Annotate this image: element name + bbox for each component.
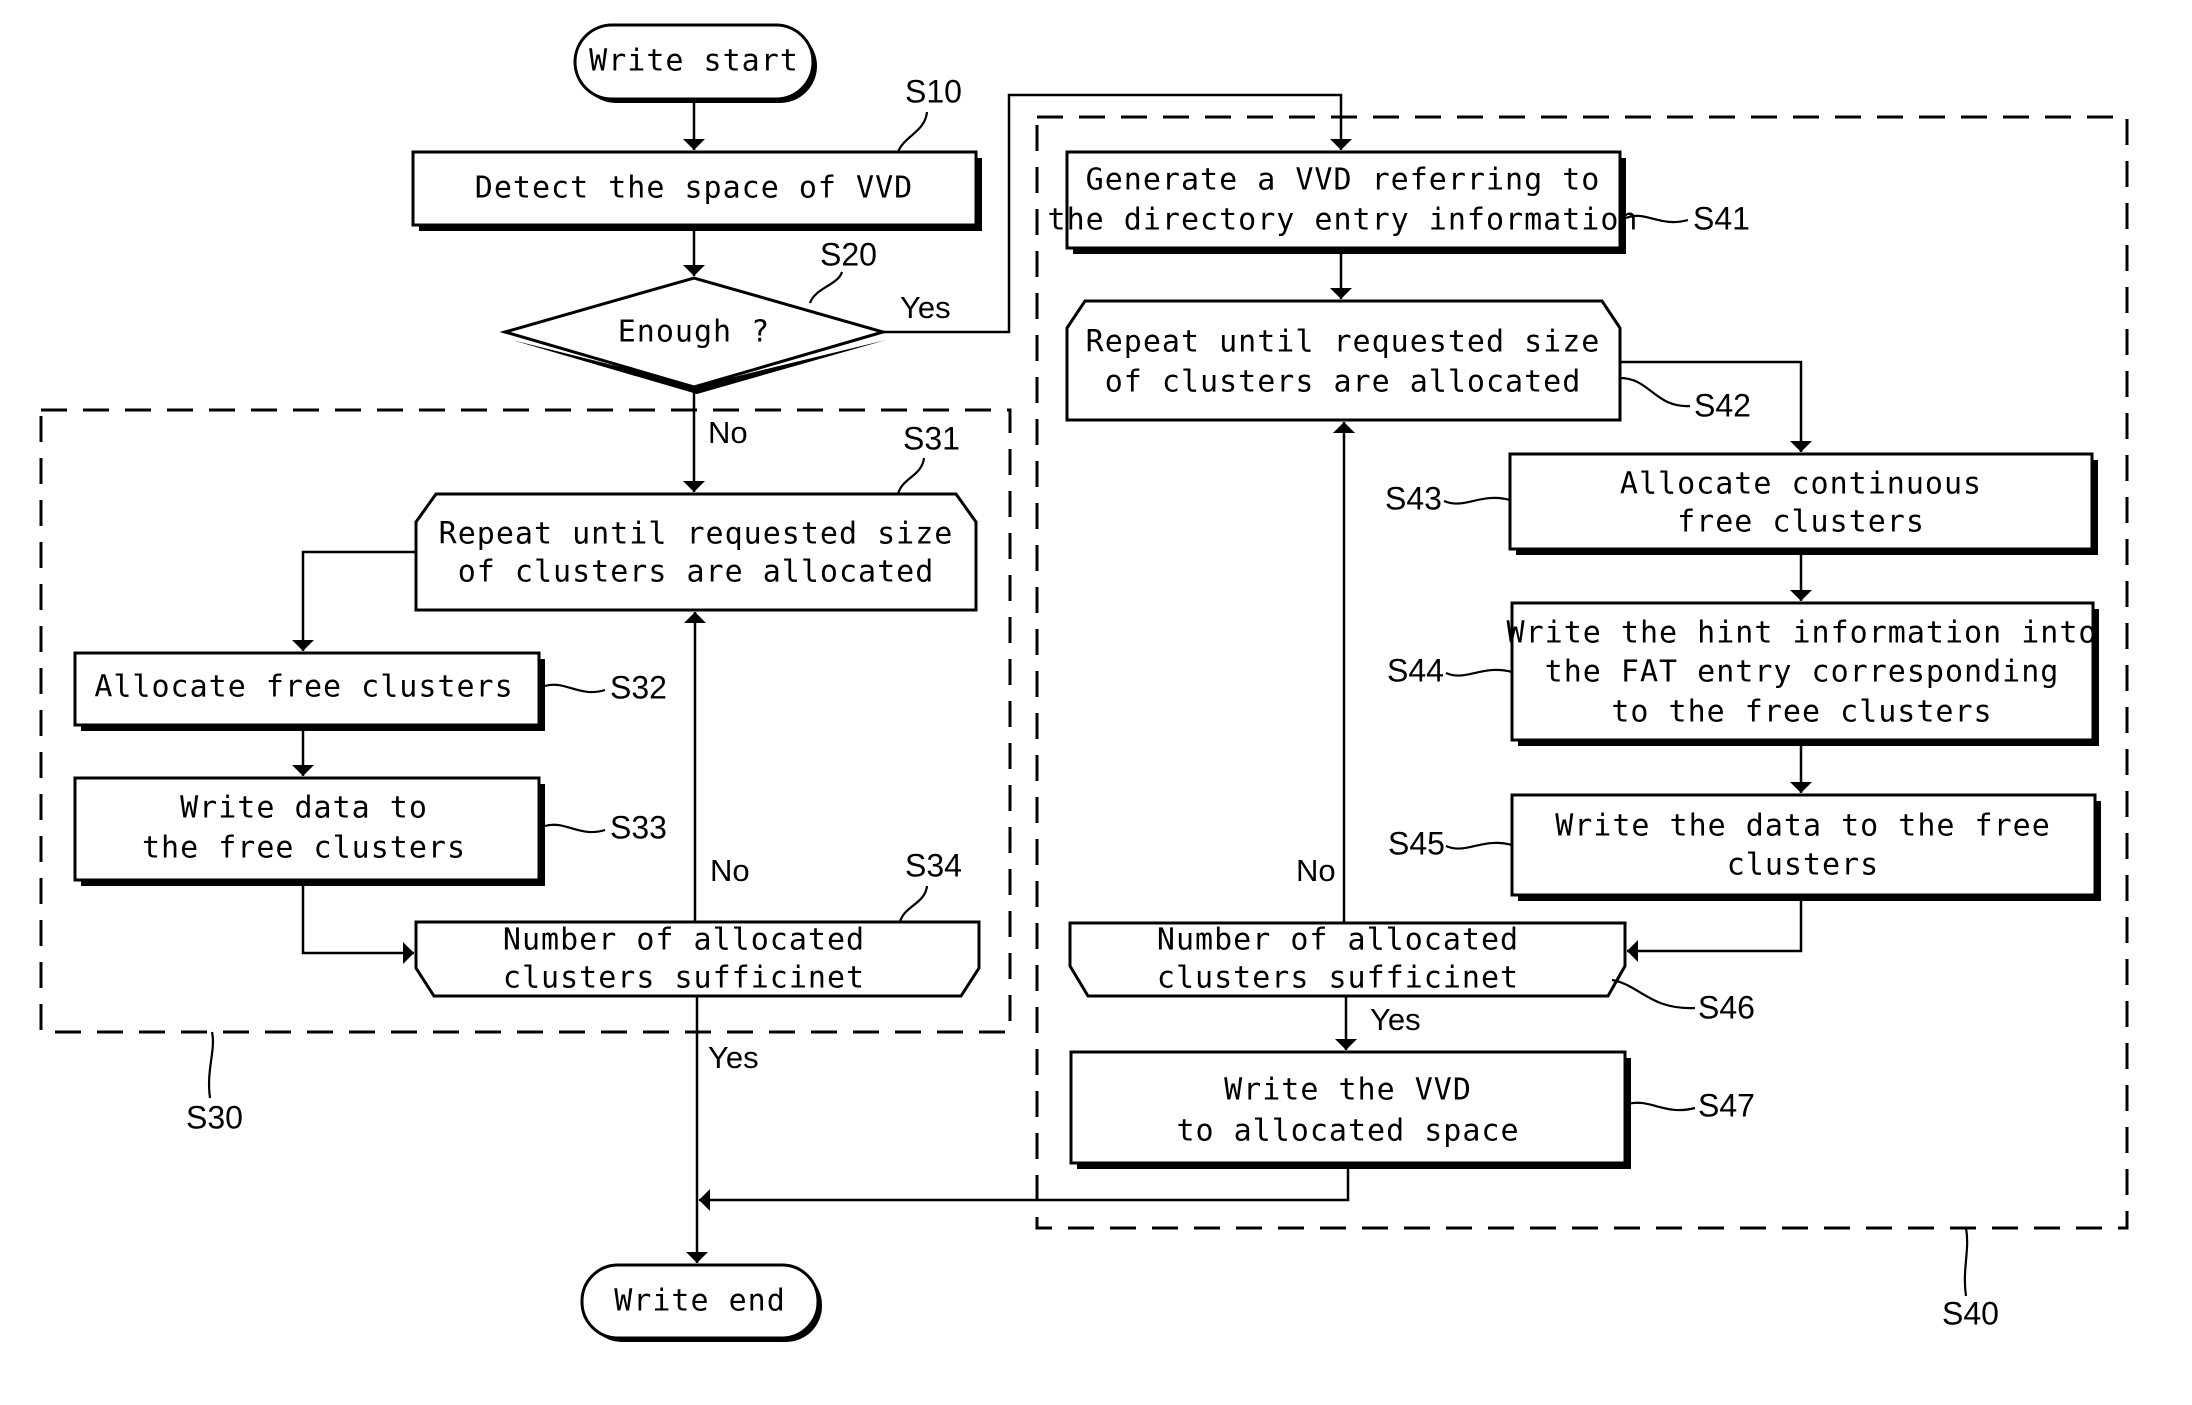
leader-s44 <box>1445 668 1513 677</box>
ref-s34: S34 <box>905 847 962 883</box>
ref-s43: S43 <box>1385 480 1442 516</box>
step-s46-text-line2: clusters sufficinet <box>1157 961 1519 996</box>
step-s41-text-line1: Generate a VVD referring to <box>1086 163 1601 198</box>
leader-s33 <box>544 823 606 834</box>
step-s45-text-line2: clusters <box>1727 848 1880 883</box>
step-s43-text-line2: free clusters <box>1677 505 1925 540</box>
leader-s45 <box>1445 841 1513 850</box>
step-s42-text-line1: Repeat until requested size <box>1086 325 1601 360</box>
edge-label-s20-no: No <box>708 415 748 450</box>
leader-s10 <box>896 111 929 153</box>
step-s10-text: Detect the space of VVD <box>475 171 913 206</box>
ref-s47: S47 <box>1698 1087 1755 1123</box>
edge-s45-to-s46 <box>1627 899 1803 962</box>
step-s44-text-line2: the FAT entry corresponding <box>1545 655 2060 690</box>
edge-label-s34-no: No <box>710 853 750 888</box>
step-s47-write-vvd: Write the VVD to allocated space <box>1069 1050 1631 1169</box>
step-s45-text-line1: Write the data to the free <box>1555 809 2051 844</box>
edge-label-s34-yes: Yes <box>708 1040 759 1075</box>
step-s47-text-line2: to allocated space <box>1176 1114 1519 1149</box>
ref-s33: S33 <box>610 809 667 845</box>
ref-s45: S45 <box>1388 825 1445 861</box>
leader-s31 <box>896 457 926 495</box>
step-s45-write-data: Write the data to the free clusters <box>1510 793 2101 901</box>
step-s31-loop-start: Repeat until requested size of clusters … <box>414 492 978 612</box>
terminal-write-start-label: Write start <box>589 44 799 79</box>
ref-s46: S46 <box>1698 989 1755 1025</box>
ref-s31: S31 <box>903 420 960 456</box>
step-s41-text-line2: the directory entry information <box>1048 203 1639 238</box>
edge-s31-to-s32 <box>292 550 416 651</box>
edge-s47-to-end <box>699 1167 1350 1211</box>
edge-label-s46-yes: Yes <box>1370 1002 1421 1037</box>
leader-s32 <box>544 683 606 694</box>
leader-s43 <box>1443 496 1511 505</box>
decision-s20-enough: Enough ? <box>499 276 889 394</box>
ref-s10: S10 <box>905 73 962 109</box>
step-s33-write-data: Write data to the free clusters <box>73 776 545 886</box>
ref-s42: S42 <box>1694 387 1751 423</box>
edge-s33-to-s34 <box>301 884 414 964</box>
leader-s30 <box>208 1031 214 1099</box>
step-s43-allocate-continuous: Allocate continuous free clusters <box>1508 452 2098 555</box>
step-s43-text-line1: Allocate continuous <box>1620 467 1982 502</box>
edge-label-s46-no: No <box>1296 853 1336 888</box>
step-s47-text-line1: Write the VVD <box>1224 1073 1472 1108</box>
edge-label-s20-yes: Yes <box>900 290 951 325</box>
leader-s46 <box>1611 978 1696 1010</box>
step-s41-generate-vvd: Generate a VVD referring to the director… <box>1048 150 1639 254</box>
ref-s40: S40 <box>1942 1295 1999 1331</box>
step-s34-text-line2: clusters sufficinet <box>503 961 865 996</box>
step-s46-sufficient-check: Number of allocated clusters sufficinet <box>1068 921 1627 998</box>
step-s42-text-line2: of clusters are allocated <box>1105 365 1582 400</box>
step-s34-text-line1: Number of allocated <box>503 923 865 958</box>
step-s32-allocate-free: Allocate free clusters <box>73 651 545 731</box>
leader-s40 <box>1963 1227 1969 1297</box>
step-s34-sufficient-check: Number of allocated clusters sufficinet <box>414 920 981 998</box>
step-s31-text-line2: of clusters are allocated <box>458 555 935 590</box>
step-s46-text-line1: Number of allocated <box>1157 923 1519 958</box>
step-s44-text-line1: Write the hint information into <box>1507 616 2098 651</box>
step-s32-text: Allocate free clusters <box>94 670 513 705</box>
ref-s32: S32 <box>610 669 667 705</box>
terminal-write-end: Write end <box>580 1263 822 1342</box>
step-s31-text-line1: Repeat until requested size <box>439 517 954 552</box>
step-s10-detect-space: Detect the space of VVD <box>411 150 982 231</box>
ref-s20: S20 <box>820 236 877 272</box>
leader-s20 <box>808 271 844 304</box>
terminal-write-start: Write start <box>573 23 817 103</box>
leader-s47 <box>1627 1101 1696 1112</box>
step-s44-write-hint: Write the hint information into the FAT … <box>1507 601 2099 746</box>
terminal-write-end-label: Write end <box>614 1284 786 1319</box>
step-s33-text-line1: Write data to <box>180 791 428 826</box>
step-s44-text-line3: to the free clusters <box>1611 695 1992 730</box>
step-s42-loop-start: Repeat until requested size of clusters … <box>1065 299 1622 422</box>
leader-s34 <box>898 885 929 923</box>
ref-s41: S41 <box>1693 200 1750 236</box>
leader-s42 <box>1619 376 1691 408</box>
step-s33-text-line2: the free clusters <box>142 831 466 866</box>
ref-s44: S44 <box>1387 652 1444 688</box>
decision-s20-text: Enough ? <box>618 315 771 350</box>
ref-s30: S30 <box>186 1099 243 1135</box>
flowchart-canvas: Write start Write end Detect the space o… <box>39 23 2129 1342</box>
